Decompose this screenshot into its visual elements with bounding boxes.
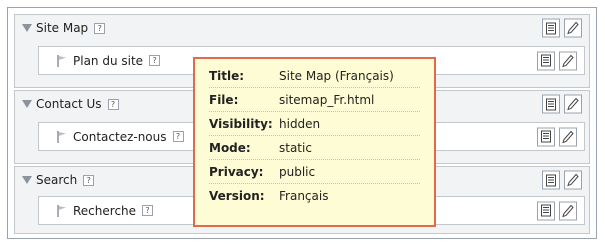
flag-icon [57,130,66,143]
child-title[interactable]: Recherche [73,204,136,218]
help-icon[interactable]: ? [94,22,106,34]
properties-icon [541,130,551,143]
flag-icon [57,204,66,217]
properties-button[interactable] [542,18,560,38]
properties-button[interactable] [537,201,555,220]
edit-pencil-icon [567,173,579,187]
tooltip-key: File: [209,92,239,107]
tooltip-key: Title: [209,68,245,83]
flag-icon [57,54,66,67]
tooltip-key: Version: [209,188,265,203]
tooltip-value: static [279,140,312,155]
triangle-down-icon[interactable] [22,24,32,32]
edit-button[interactable] [559,127,577,146]
tooltip-row-version: Version: Français [209,184,420,207]
properties-button[interactable] [542,94,560,114]
child-title[interactable]: Plan du site [73,54,143,68]
properties-icon [546,22,556,34]
tooltip-value: public [279,164,316,179]
tooltip-row-file: File: sitemap_Fr.html [209,88,420,112]
triangle-down-icon[interactable] [22,100,32,108]
edit-pencil-icon [562,54,574,67]
help-icon[interactable]: ? [172,131,184,142]
tooltip-value: sitemap_Fr.html [279,92,375,107]
properties-button[interactable] [537,51,555,70]
help-icon[interactable]: ? [83,174,95,186]
edit-pencil-icon [562,130,574,143]
edit-pencil-icon [567,97,579,111]
triangle-down-icon[interactable] [22,176,32,184]
edit-button[interactable] [559,51,577,70]
tooltip-value: Français [279,188,329,203]
edit-button[interactable] [564,18,582,38]
properties-button[interactable] [542,170,560,190]
section-title[interactable]: Search [36,173,77,187]
section-title[interactable]: Contact Us [36,97,102,111]
properties-icon [546,174,556,186]
tooltip-row-mode: Mode: static [209,136,420,160]
edit-pencil-icon [567,21,579,35]
section-title[interactable]: Site Map [36,21,88,35]
edit-button[interactable] [564,94,582,114]
tooltip-key: Privacy: [209,164,264,179]
tooltip-value: Site Map (Français) [279,68,394,83]
edit-pencil-icon [562,204,574,217]
help-icon[interactable]: ? [107,98,119,110]
tooltip-key: Visibility: [209,116,273,131]
help-icon[interactable]: ? [142,205,154,216]
tooltip-row-title: Title: Site Map (Français) [209,64,420,88]
tooltip-row-privacy: Privacy: public [209,160,420,184]
edit-button[interactable] [559,201,577,220]
properties-icon [541,54,551,67]
tooltip-value: hidden [279,116,321,131]
tooltip-key: Mode: [209,140,251,155]
tree-row-site-map[interactable]: Site Map ? [15,15,589,41]
page-info-tooltip: Title: Site Map (Français) File: sitemap… [193,57,436,227]
edit-button[interactable] [564,170,582,190]
properties-button[interactable] [537,127,555,146]
properties-icon [546,98,556,110]
tooltip-row-visibility: Visibility: hidden [209,112,420,136]
help-icon[interactable]: ? [149,55,161,66]
child-title[interactable]: Contactez-nous [73,130,167,144]
properties-icon [541,204,551,217]
